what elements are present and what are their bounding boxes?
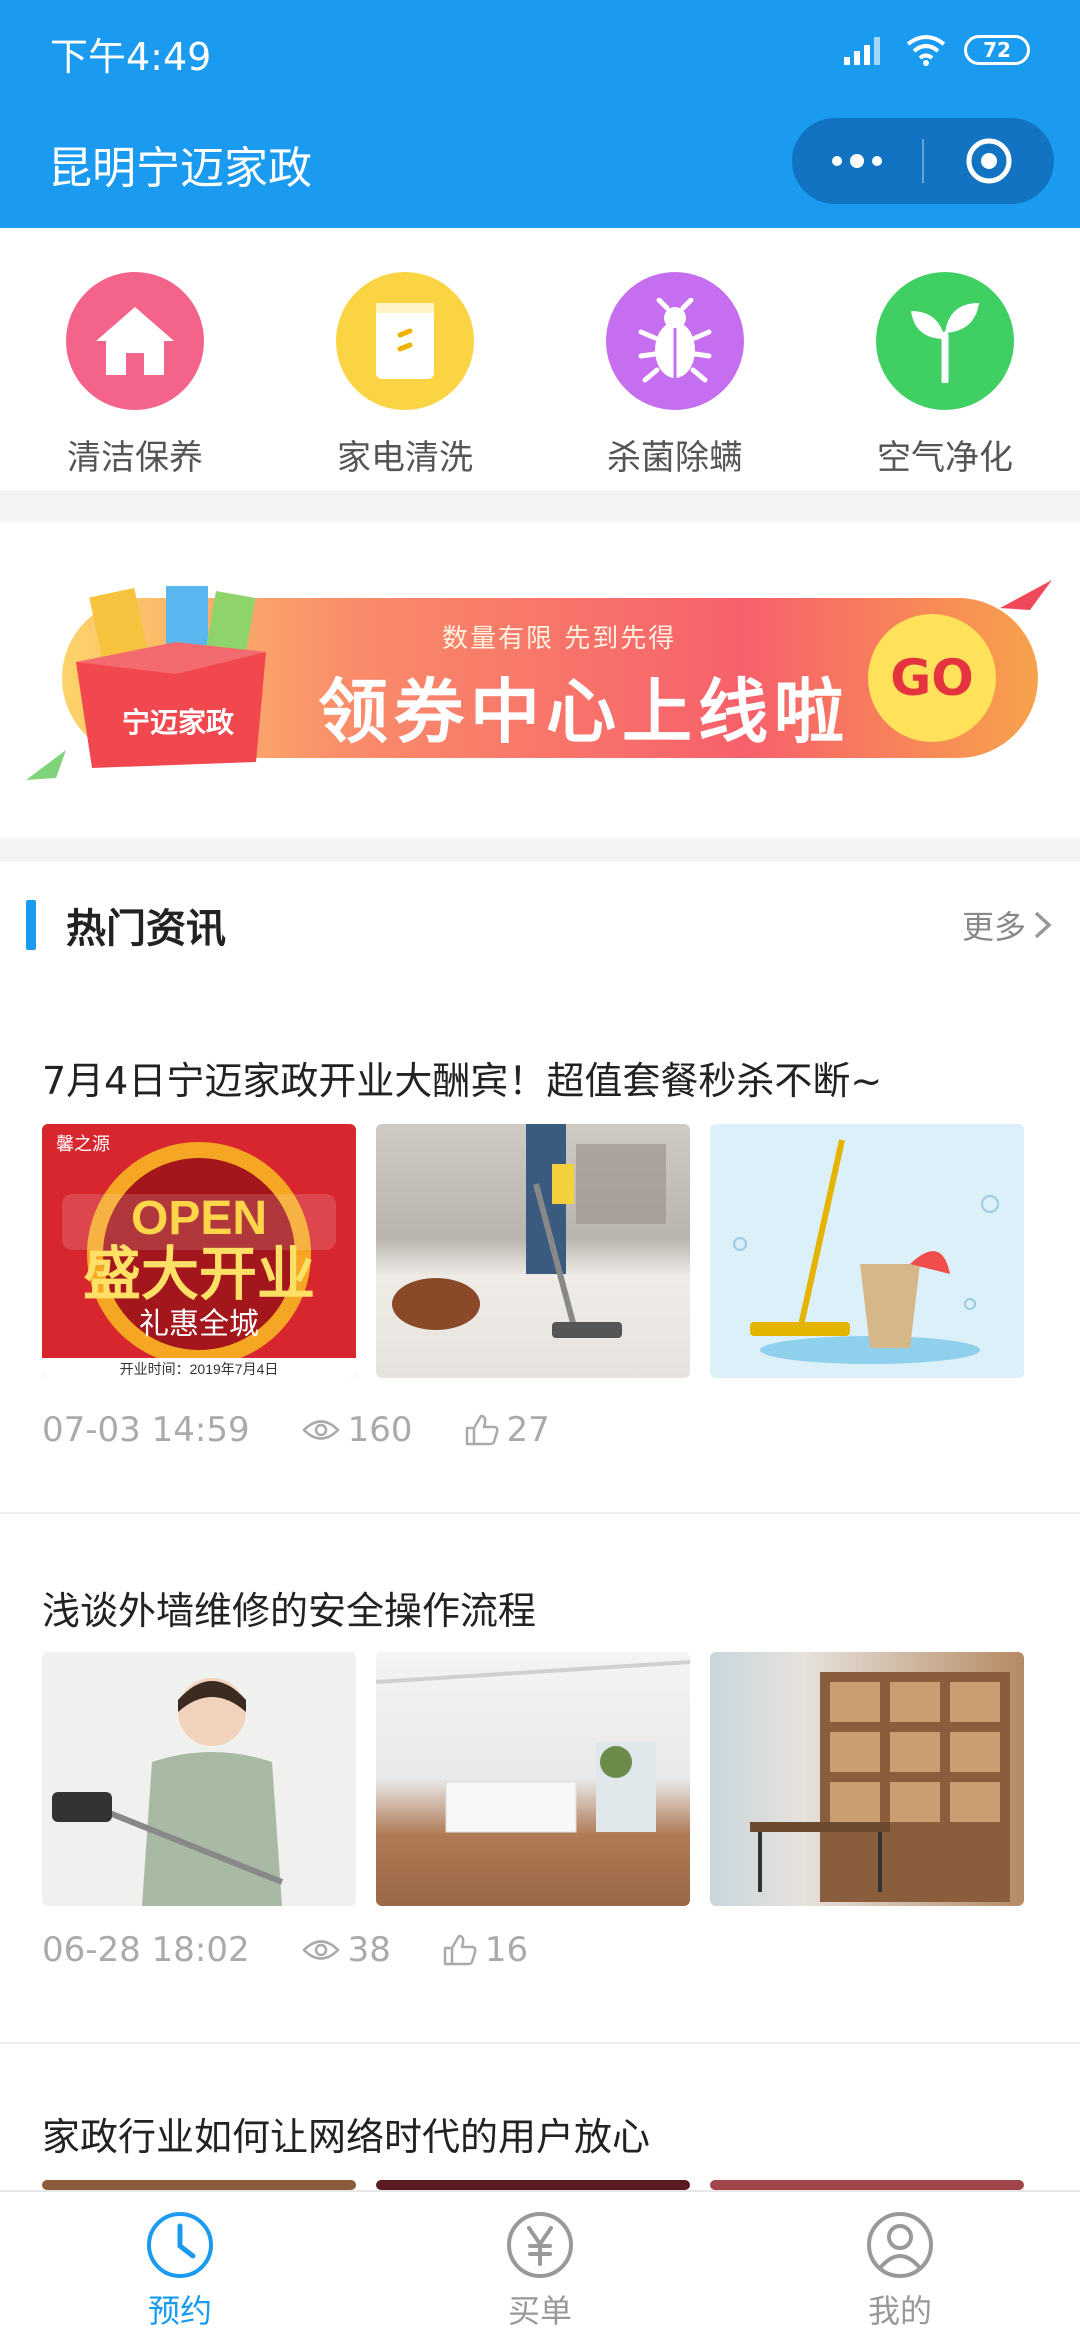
wifi-icon: [906, 35, 946, 66]
bottom-tab-bar: 预约 买单 我的: [0, 2190, 1080, 2340]
banner-title: 领券中心上线啦: [318, 671, 850, 753]
category-label: 杀菌除螨: [607, 438, 743, 478]
eye-icon: [301, 1940, 340, 1960]
news-views: 160: [301, 1410, 413, 1450]
thumbs-up-icon: [465, 1414, 498, 1446]
more-link[interactable]: 更多: [962, 902, 1054, 948]
tab-checkout[interactable]: 买单: [360, 2192, 720, 2340]
battery-indicator: 72: [964, 35, 1030, 65]
thumb-sub-text: 礼惠全城: [139, 1308, 259, 1341]
thumb-title-text: 盛大开业: [83, 1242, 315, 1307]
views-count: 160: [347, 1410, 413, 1450]
bug-icon: [638, 298, 712, 383]
app-header: 下午4:49 72 昆明宁迈家政: [0, 0, 1080, 228]
news-meta: 06-28 18:02 38 16: [42, 1930, 580, 1970]
news-item[interactable]: 7月4日宁迈家政开业大酬宾！超值套餐秒杀不断~ OPEN 盛大开业 礼惠全城 馨…: [0, 982, 1080, 1512]
yen-icon: [507, 2212, 573, 2278]
tab-label: 买单: [507, 2292, 572, 2330]
news-thumbnail: [376, 1124, 690, 1378]
clock-icon: [147, 2212, 213, 2278]
section-gap: [0, 490, 1080, 522]
user-icon: [867, 2212, 933, 2278]
thumb-brand-text: 馨之源: [56, 1134, 110, 1154]
views-count: 38: [347, 1930, 391, 1970]
news-title: 浅谈外墙维修的安全操作流程: [42, 1589, 537, 1633]
likes-count: 16: [484, 1930, 529, 1970]
news-thumbnails: [42, 2180, 1024, 2190]
coupon-banner-area: 数量有限 先到先得 领券中心上线啦 GO 宁迈家政: [0, 522, 1080, 838]
tab-label: 我的: [867, 2292, 932, 2330]
eye-icon: [301, 1420, 340, 1440]
category-label: 家电清洗: [337, 438, 473, 478]
tab-appointment[interactable]: 预约: [0, 2192, 360, 2340]
news-title: 家政行业如何让网络时代的用户放心: [42, 2115, 651, 2159]
more-button[interactable]: [792, 118, 922, 204]
category-circle: [66, 272, 204, 410]
chevron-right-icon: [1034, 911, 1052, 939]
thumbs-up-icon: [443, 1934, 477, 1966]
category-circle: [336, 272, 474, 410]
section-title: 热门资讯: [66, 906, 226, 952]
news-meta: 07-03 14:59 160 27: [42, 1410, 602, 1450]
tab-profile[interactable]: 我的: [720, 2192, 1080, 2340]
news-date: 06-28 18:02: [42, 1930, 250, 1970]
confetti-shape: [1000, 580, 1052, 610]
hot-news-header: 热门资讯 更多: [0, 862, 1080, 982]
category-circle: [876, 272, 1014, 410]
news-item[interactable]: 家政行业如何让网络时代的用户放心: [0, 2044, 1080, 2190]
news-views: 38: [301, 1930, 391, 1970]
news-thumbnail: [42, 1652, 356, 1906]
sprout-icon: [911, 303, 979, 383]
category-air[interactable]: 空气净化: [810, 228, 1080, 490]
likes-count: 27: [506, 1410, 550, 1450]
category-label: 清洁保养: [67, 438, 203, 478]
news-thumbnail: [710, 2180, 1024, 2190]
news-thumbnail: [376, 1652, 690, 1906]
news-thumbnail: [710, 1124, 1024, 1378]
news-likes[interactable]: 27: [465, 1410, 550, 1450]
ellipsis-icon: [832, 154, 882, 168]
gift-box-illustration: 宁迈家政: [76, 586, 266, 768]
news-thumbnails: [42, 1652, 1024, 1906]
category-grid: 清洁保养 家电清洗 杀菌除螨 空气净化: [0, 228, 1080, 490]
go-badge: GO: [868, 614, 996, 742]
news-item[interactable]: 浅谈外墙维修的安全操作流程 06-28 18:02 38 16: [0, 1514, 1080, 2042]
category-cleaning[interactable]: 清洁保养: [0, 228, 270, 490]
news-thumbnail: [710, 1652, 1024, 1906]
section-accent-bar: [26, 900, 36, 950]
target-icon: [966, 138, 1012, 184]
category-sterilize[interactable]: 杀菌除螨: [540, 228, 810, 490]
gift-box-label: 宁迈家政: [122, 706, 234, 738]
page-title: 昆明宁迈家政: [48, 143, 312, 194]
news-title: 7月4日宁迈家政开业大酬宾！超值套餐秒杀不断~: [42, 1059, 883, 1103]
thumb-open-text: OPEN: [131, 1192, 267, 1245]
mini-program-capsule: [792, 118, 1054, 204]
news-date: 07-03 14:59: [42, 1410, 250, 1450]
close-button[interactable]: [924, 118, 1054, 204]
category-label: 空气净化: [877, 438, 1013, 478]
news-thumbnails: OPEN 盛大开业 礼惠全城 馨之源 开业时间：2019年7月4日: [42, 1124, 1024, 1378]
tab-label: 预约: [147, 2292, 212, 2330]
house-icon: [96, 307, 174, 375]
category-appliance[interactable]: 家电清洗: [270, 228, 540, 490]
signal-icon: [844, 37, 880, 65]
news-thumbnail: [376, 2180, 690, 2190]
category-circle: [606, 272, 744, 410]
appliance-icon: [376, 303, 434, 379]
section-gap: [0, 838, 1080, 862]
status-icons: 72: [844, 28, 1030, 72]
more-label: 更多: [961, 908, 1026, 946]
thumb-footer-text: 开业时间：2019年7月4日: [120, 1361, 279, 1377]
banner-subtitle: 数量有限 先到先得: [442, 624, 677, 654]
news-thumbnail: [42, 2180, 356, 2190]
status-time: 下午4:49: [50, 35, 212, 79]
confetti-shape: [26, 750, 66, 780]
news-likes[interactable]: 16: [443, 1930, 528, 1970]
news-thumbnail: OPEN 盛大开业 礼惠全城 馨之源 开业时间：2019年7月4日: [42, 1124, 356, 1378]
